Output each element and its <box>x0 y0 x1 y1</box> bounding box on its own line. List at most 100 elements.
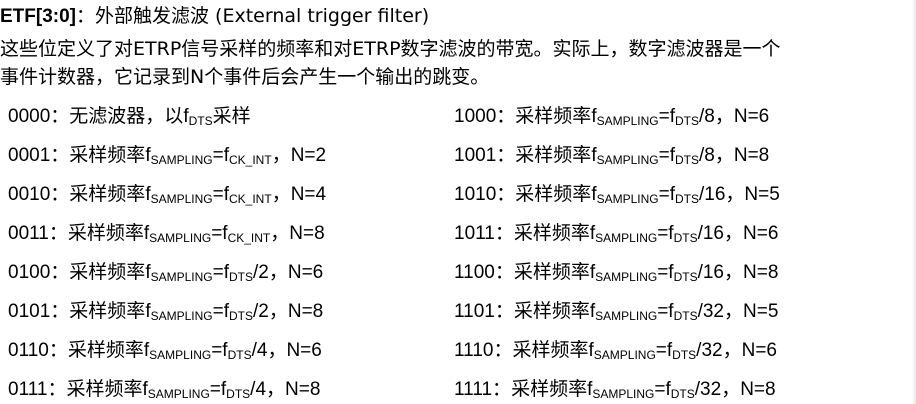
option-freq-sub: SAMPLING <box>147 387 210 401</box>
description-line-1: 这些位定义了对ETRP信号采样的频率和对ETRP数字滤波的带宽。实际上，数字滤波… <box>0 38 781 60</box>
filter-option-0000: 0000：无滤波器，以fDTS采样 <box>8 103 251 130</box>
option-freq-sub: SAMPLING <box>150 309 213 323</box>
option-sep: ： <box>496 183 516 205</box>
filter-option-0110: 0110：采样频率fSAMPLING=fDTS/4，N=6 <box>8 337 322 364</box>
option-freq-sub: SAMPLING <box>149 348 212 362</box>
option-text: 无滤波器，以 <box>69 105 184 127</box>
option-text: 采样频率 <box>515 144 592 166</box>
option-text: 采样频率 <box>69 144 146 166</box>
option-eq: = <box>654 379 666 400</box>
option-code: 1101 <box>454 301 495 322</box>
option-sep: ： <box>494 261 514 283</box>
option-code: 0110 <box>8 340 49 361</box>
heading-colon: ： <box>76 5 96 27</box>
option-code: 1000 <box>454 106 497 127</box>
option-sep: ： <box>50 105 70 127</box>
field-title: 外部触发滤波 (External trigger filter) <box>95 5 430 27</box>
option-eq: = <box>212 301 224 322</box>
filter-option-0101: 0101：采样频率fSAMPLING=fDTS/2，N=8 <box>8 298 323 325</box>
option-eq: = <box>657 301 669 322</box>
option-freq-sub: SAMPLING <box>592 387 655 401</box>
filter-option-0001: 0001：采样频率fSAMPLING=fCK_INT，N=2 <box>8 142 326 169</box>
page-edge-shadow <box>912 0 916 404</box>
filter-option-0010: 0010：采样频率fSAMPLING=fCK_INT，N=4 <box>8 181 326 208</box>
option-div: /32 <box>697 301 724 322</box>
option-tail: 采样 <box>212 105 251 127</box>
option-text: 采样频率 <box>513 222 590 244</box>
option-text: 采样频率 <box>515 183 592 205</box>
option-n: ，N=6 <box>268 262 324 283</box>
option-code: 0001 <box>8 145 51 166</box>
option-freq-sub: SAMPLING <box>150 192 213 206</box>
option-eq: = <box>657 262 669 283</box>
option-text: 采样频率 <box>511 378 588 400</box>
option-sep: ： <box>494 300 514 322</box>
option-text: 采样频率 <box>515 105 592 127</box>
filter-option-1111: 1111：采样频率fSAMPLING=fDTS/32，N=8 <box>454 376 776 403</box>
option-freq2-sub: DTS <box>672 348 697 362</box>
filter-option-1000: 1000：采样频率fSAMPLING=fDTS/8，N=6 <box>454 103 769 130</box>
option-code: 0010 <box>8 184 51 205</box>
option-div: /2 <box>253 301 269 322</box>
option-freq-sub: SAMPLING <box>596 192 659 206</box>
option-code: 1010 <box>454 184 497 205</box>
option-n: ，N=8 <box>270 223 325 244</box>
option-sep: ： <box>50 261 70 283</box>
option-code: 1110 <box>454 340 494 361</box>
option-freq2-sub: DTS <box>227 348 252 362</box>
option-eq: = <box>212 184 224 205</box>
filter-option-1101: 1101：采样频率fSAMPLING=fDTS/32，N=5 <box>454 298 778 325</box>
option-eq: = <box>657 223 669 244</box>
option-n: ，N=8 <box>724 262 779 283</box>
option-code: 0100 <box>8 262 51 283</box>
option-text: 采样频率 <box>69 300 146 322</box>
option-text: 采样频率 <box>67 222 144 244</box>
option-eq: = <box>658 145 670 166</box>
option-div: /2 <box>253 262 269 283</box>
option-text: 采样频率 <box>69 183 146 205</box>
filter-option-1011: 1011：采样频率fSAMPLING=fDTS/16，N=6 <box>454 220 778 247</box>
option-code: 0111 <box>8 379 48 400</box>
option-sep: ： <box>492 378 512 400</box>
option-text: 采样频率 <box>513 300 590 322</box>
option-freq2-sub: DTS <box>673 309 698 323</box>
option-freq-sub: SAMPLING <box>149 231 212 245</box>
option-freq-sub: SAMPLING <box>596 153 659 167</box>
option-text: 采样频率 <box>512 339 589 361</box>
field-heading: ETF[3:0]：外部触发滤波 (External trigger filter… <box>0 2 429 31</box>
option-text: 采样频率 <box>513 261 590 283</box>
option-code: 0011 <box>8 223 49 244</box>
filter-option-1001: 1001：采样频率fSAMPLING=fDTS/8，N=8 <box>454 142 769 169</box>
option-sep: ： <box>496 144 516 166</box>
option-freq2-sub: DTS <box>675 192 699 206</box>
option-div: /4 <box>251 340 268 361</box>
option-freq2-sub: DTS <box>229 270 253 284</box>
option-text: 采样频率 <box>66 378 143 400</box>
filter-option-0011: 0011：采样频率fSAMPLING=fCK_INT，N=8 <box>8 220 325 247</box>
option-div: /16 <box>697 223 724 244</box>
option-div: /32 <box>696 340 723 361</box>
option-freq2-sub: DTS <box>226 387 251 401</box>
option-freq2-sub: DTS <box>675 114 699 128</box>
option-freq-sub: SAMPLING <box>595 309 658 323</box>
option-n: ，N=8 <box>266 379 321 400</box>
option-div: /32 <box>694 379 722 400</box>
option-n: ，N=5 <box>725 184 780 205</box>
filter-option-1100: 1100：采样频率fSAMPLING=fDTS/16，N=8 <box>454 259 778 286</box>
option-sep: ： <box>50 144 70 166</box>
option-n: ，N=2 <box>271 145 327 166</box>
field-name: ETF[3:0] <box>0 6 76 27</box>
option-freq2-sub: DTS <box>673 231 698 245</box>
option-freq-sub: SAMPLING <box>595 231 658 245</box>
option-freq-sub: SAMPLING <box>596 114 659 128</box>
option-n: ，N=8 <box>268 301 324 322</box>
option-n: ，N=5 <box>724 301 779 322</box>
option-eq: = <box>658 184 670 205</box>
option-text: 采样频率 <box>69 261 146 283</box>
option-freq-sub: SAMPLING <box>595 270 658 284</box>
option-text: 采样频率 <box>67 339 144 361</box>
option-n: ，N=8 <box>714 145 770 166</box>
option-freq2-sub: DTS <box>673 270 698 284</box>
option-sep: ： <box>496 105 516 127</box>
filter-option-0100: 0100：采样频率fSAMPLING=fDTS/2，N=6 <box>8 259 323 286</box>
